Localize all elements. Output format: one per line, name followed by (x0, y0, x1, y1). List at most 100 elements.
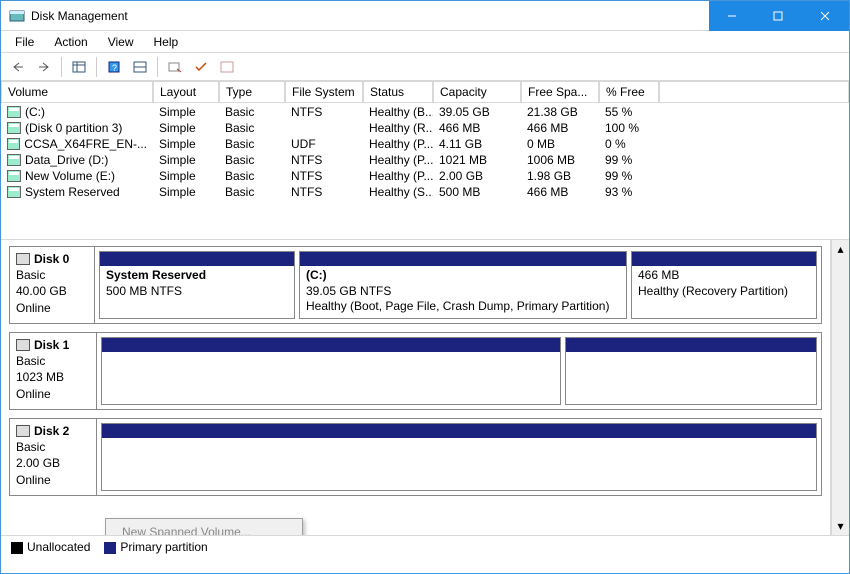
col-freespace[interactable]: Free Spa... (521, 81, 599, 103)
disk-name: Disk 2 (34, 423, 69, 439)
table-row[interactable]: (Disk 0 partition 3)SimpleBasicHealthy (… (1, 120, 849, 136)
col-capacity[interactable]: Capacity (433, 81, 521, 103)
cell-layout: Simple (153, 120, 219, 136)
partition-size: 500 MB NTFS (106, 284, 288, 300)
table-row[interactable]: System ReservedSimpleBasicNTFSHealthy (S… (1, 184, 849, 200)
cell-status: Healthy (S... (363, 184, 433, 200)
disk-block[interactable]: Disk 2Basic2.00 GBOnline (9, 418, 822, 496)
cell-filesystem: NTFS (285, 104, 363, 120)
cell-filesystem: NTFS (285, 152, 363, 168)
drive-icon (7, 170, 21, 182)
vertical-scrollbar[interactable]: ▴ ▾ (831, 240, 849, 535)
partition[interactable] (101, 423, 817, 491)
unallocated-swatch (11, 542, 23, 554)
close-button[interactable] (801, 1, 849, 31)
disk-block[interactable]: Disk 1Basic1023 MBOnline (9, 332, 822, 410)
title-bar: Disk Management (1, 1, 849, 31)
view-list-icon[interactable] (68, 56, 90, 78)
partitions (97, 333, 821, 409)
disk-block[interactable]: Disk 0Basic40.00 GBOnlineSystem Reserved… (9, 246, 822, 324)
cell-pfree: 55 % (599, 104, 659, 120)
disk-info[interactable]: Disk 1Basic1023 MBOnline (10, 333, 97, 409)
disk-type: Basic (16, 267, 88, 283)
col-percentfree[interactable]: % Free (599, 81, 659, 103)
partition[interactable]: (C:)39.05 GB NTFSHealthy (Boot, Page Fil… (299, 251, 627, 319)
table-row[interactable]: (C:)SimpleBasicNTFSHealthy (B...39.05 GB… (1, 104, 849, 120)
disks-view[interactable]: New Spanned Volume... New Striped Volume… (1, 240, 831, 535)
ctx-new-spanned[interactable]: New Spanned Volume... (108, 521, 300, 535)
disk-status: Online (16, 386, 90, 402)
context-menu: New Spanned Volume... New Striped Volume… (105, 518, 303, 535)
disk-icon (16, 339, 30, 351)
partition-color-bar (632, 252, 816, 266)
maximize-button[interactable] (755, 1, 801, 31)
toolbar-separator (157, 57, 158, 77)
partition-color-bar (102, 424, 816, 438)
partition[interactable]: System Reserved500 MB NTFS (99, 251, 295, 319)
menu-file[interactable]: File (7, 33, 42, 51)
cell-status: Healthy (P... (363, 168, 433, 184)
cell-capacity: 4.11 GB (433, 136, 521, 152)
partition-size: 466 MB (638, 268, 810, 284)
cell-free: 21.38 GB (521, 104, 599, 120)
legend: Unallocated Primary partition (1, 536, 849, 558)
cell-pfree: 99 % (599, 168, 659, 184)
cell-type: Basic (219, 120, 285, 136)
scroll-down-icon[interactable]: ▾ (832, 517, 849, 535)
col-layout[interactable]: Layout (153, 81, 219, 103)
partition[interactable] (101, 337, 561, 405)
disk-type: Basic (16, 353, 90, 369)
drive-icon (7, 138, 20, 150)
settings-icon[interactable] (129, 56, 151, 78)
menu-view[interactable]: View (100, 33, 142, 51)
menu-help[interactable]: Help (146, 33, 187, 51)
col-spacer (659, 81, 849, 103)
cell-type: Basic (219, 136, 285, 152)
disk-info[interactable]: Disk 2Basic2.00 GBOnline (10, 419, 97, 495)
scroll-up-icon[interactable]: ▴ (832, 240, 849, 258)
cell-capacity: 466 MB (433, 120, 521, 136)
toolbar: ? (1, 53, 849, 81)
cell-filesystem: NTFS (285, 168, 363, 184)
col-type[interactable]: Type (219, 81, 285, 103)
help-icon[interactable]: ? (103, 56, 125, 78)
cell-pfree: 93 % (599, 184, 659, 200)
menu-bar: File Action View Help (1, 31, 849, 53)
cell-pfree: 100 % (599, 120, 659, 136)
volume-name: System Reserved (25, 185, 120, 199)
cell-layout: Simple (153, 136, 219, 152)
back-button[interactable] (7, 56, 29, 78)
col-filesystem[interactable]: File System (285, 81, 363, 103)
table-row[interactable]: Data_Drive (D:)SimpleBasicNTFSHealthy (P… (1, 152, 849, 168)
svg-text:?: ? (112, 63, 117, 73)
minimize-button[interactable] (709, 1, 755, 31)
table-row[interactable]: New Volume (E:)SimpleBasicNTFSHealthy (P… (1, 168, 849, 184)
forward-button[interactable] (33, 56, 55, 78)
disk-size: 40.00 GB (16, 283, 88, 299)
partition-color-bar (102, 338, 560, 352)
partition-status: Healthy (Boot, Page File, Crash Dump, Pr… (306, 299, 620, 315)
legend-primary: Primary partition (104, 540, 207, 554)
disk-name: Disk 1 (34, 337, 69, 353)
partition-color-bar (300, 252, 626, 266)
disk-info[interactable]: Disk 0Basic40.00 GBOnline (10, 247, 95, 323)
cell-capacity: 39.05 GB (433, 104, 521, 120)
blank-icon[interactable] (216, 56, 238, 78)
partition[interactable] (565, 337, 817, 405)
cell-pfree: 0 % (599, 136, 659, 152)
partition[interactable]: 466 MBHealthy (Recovery Partition) (631, 251, 817, 319)
table-row[interactable]: CCSA_X64FRE_EN-...SimpleBasicUDFHealthy … (1, 136, 849, 152)
cell-type: Basic (219, 104, 285, 120)
partition-title: (C:) (306, 268, 620, 284)
action-icon[interactable] (164, 56, 186, 78)
cell-filesystem: UDF (285, 136, 363, 152)
legend-unallocated: Unallocated (11, 540, 90, 554)
drive-icon (7, 106, 21, 118)
cell-free: 0 MB (521, 136, 599, 152)
cell-pfree: 99 % (599, 152, 659, 168)
volume-name: (C:) (25, 105, 45, 119)
check-icon[interactable] (190, 56, 212, 78)
menu-action[interactable]: Action (46, 33, 95, 51)
col-status[interactable]: Status (363, 81, 433, 103)
col-volume[interactable]: Volume (1, 81, 153, 103)
